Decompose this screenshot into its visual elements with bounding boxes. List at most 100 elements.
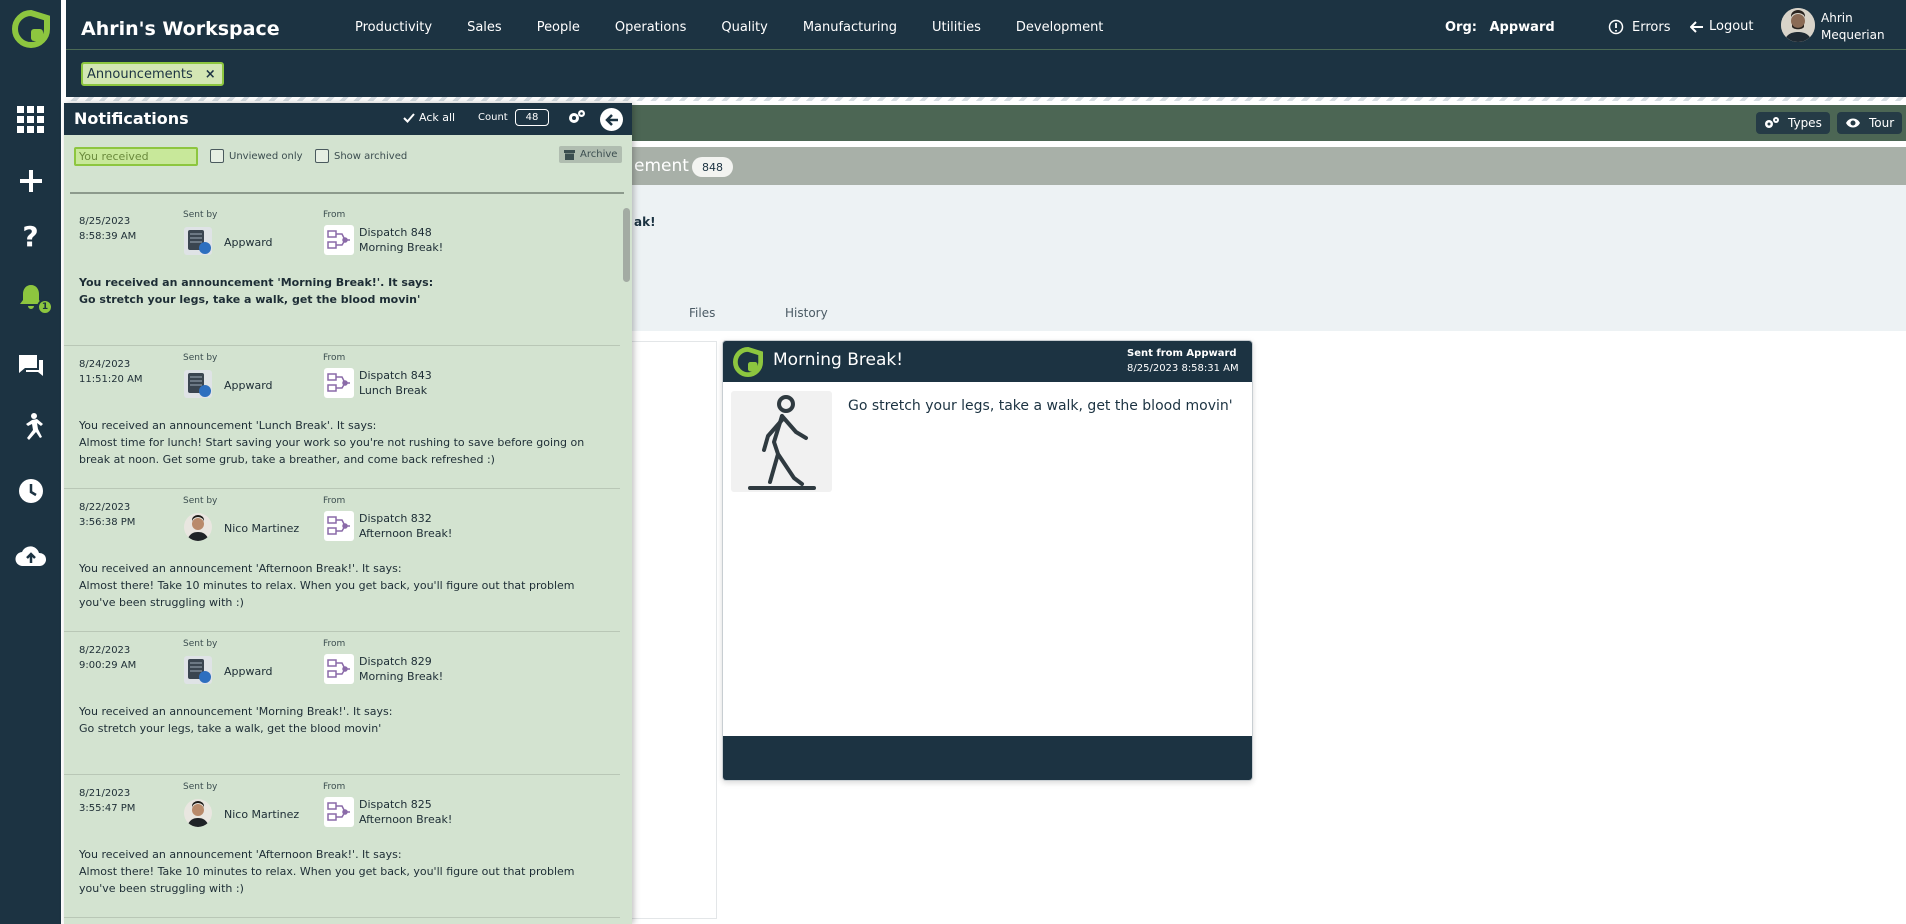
apps-grid-icon[interactable] xyxy=(0,98,61,142)
tab-announcements[interactable]: Announcements × xyxy=(81,62,224,86)
notification-date-day: 8/25/2023 xyxy=(79,216,131,227)
org-name[interactable]: Appward xyxy=(1490,20,1555,35)
checkbox-box[interactable] xyxy=(315,149,329,163)
chat-icon[interactable] xyxy=(0,344,61,388)
notification-message-intro: You received an announcement 'Afternoon … xyxy=(79,848,402,861)
checkbox-box[interactable] xyxy=(210,149,224,163)
dispatch-number: Dispatch 843 xyxy=(359,369,432,382)
help-icon[interactable]: ? xyxy=(0,214,61,258)
logout-label: Logout xyxy=(1709,19,1754,34)
tour-button[interactable]: Tour xyxy=(1837,112,1903,134)
dispatch-source[interactable]: Dispatch 829 Morning Break! xyxy=(359,654,443,684)
appward-logo[interactable] xyxy=(12,10,50,48)
menu-people[interactable]: People xyxy=(537,20,580,35)
top-bar: Ahrin's Workspace Productivity Sales Peo… xyxy=(66,0,1906,97)
detail-list-pane xyxy=(620,341,717,919)
show-archived-checkbox[interactable]: Show archived xyxy=(315,149,407,163)
notification-message-intro: You received an announcement 'Morning Br… xyxy=(79,705,393,718)
preview-card-footer xyxy=(723,736,1252,780)
sent-by-label: Sent by xyxy=(183,496,218,506)
preview-sent-from: Sent from Appward xyxy=(1127,348,1237,359)
dispatch-source[interactable]: Dispatch 843 Lunch Break xyxy=(359,368,432,398)
notification-item[interactable]: 8/22/2023 9:00:29 AM Sent by Appward Fro… xyxy=(64,632,620,775)
dispatch-title: Morning Break! xyxy=(359,241,444,254)
notification-message-intro: You received an announcement 'Lunch Brea… xyxy=(79,419,377,432)
count-value[interactable]: 48 xyxy=(515,109,549,126)
menu-operations[interactable]: Operations xyxy=(615,20,686,35)
workspace-title: Ahrin's Workspace xyxy=(81,18,280,40)
unviewed-only-checkbox[interactable]: Unviewed only xyxy=(210,149,303,163)
sent-by-label: Sent by xyxy=(183,210,218,220)
notification-date-day: 8/22/2023 xyxy=(79,502,131,513)
user-avatar[interactable] xyxy=(1781,8,1815,42)
scrollbar-thumb[interactable] xyxy=(623,208,630,282)
notification-message-intro: You received an announcement 'Afternoon … xyxy=(79,562,402,575)
logout-button[interactable]: Logout xyxy=(1690,19,1754,34)
preview-message: Go stretch your legs, take a walk, get t… xyxy=(848,398,1233,414)
dispatch-icon xyxy=(324,368,354,398)
notification-badge: 1 xyxy=(37,299,53,315)
menu-sales[interactable]: Sales xyxy=(467,20,502,35)
tab-files[interactable]: Files xyxy=(689,306,715,320)
tour-label: Tour xyxy=(1869,116,1895,130)
error-circle-icon xyxy=(1608,19,1624,35)
close-panel-button[interactable] xyxy=(600,108,623,131)
cloud-upload-icon[interactable] xyxy=(0,535,61,579)
notification-message-intro: You received an announcement 'Morning Br… xyxy=(79,276,434,289)
notification-item[interactable]: 8/21/2023 3:55:47 PM Sent by Nico Martin… xyxy=(64,775,620,918)
dispatch-source[interactable]: Dispatch 832 Afternoon Break! xyxy=(359,511,452,541)
notification-item[interactable]: 8/25/2023 8:58:39 AM Sent by Appward Fro… xyxy=(64,203,620,346)
dispatch-title: Lunch Break xyxy=(359,384,428,397)
notification-date: 8/22/2023 9:00:29 AM xyxy=(79,643,136,673)
notification-date: 8/25/2023 8:58:39 AM xyxy=(79,214,136,244)
notification-message: You received an announcement 'Lunch Brea… xyxy=(79,417,609,468)
menu-quality[interactable]: Quality xyxy=(721,20,767,35)
sent-by-label: Sent by xyxy=(183,639,218,649)
notifications-header: Notifications Ack all Count 48 xyxy=(64,103,632,135)
notification-date-day: 8/21/2023 xyxy=(79,788,131,799)
notification-filters: Unviewed only Show archived Archive xyxy=(64,135,632,194)
dispatch-icon xyxy=(324,225,354,255)
menu-manufacturing[interactable]: Manufacturing xyxy=(803,20,897,35)
notification-message-body: Almost time for lunch! Start saving your… xyxy=(79,436,585,466)
notification-date-time: 8:58:39 AM xyxy=(79,231,137,242)
notification-message-body: Go stretch your legs, take a walk, get t… xyxy=(79,722,382,735)
notification-item[interactable]: 8/24/2023 11:51:20 AM Sent by Appward Fr… xyxy=(64,346,620,489)
errors-button[interactable]: Errors xyxy=(1608,19,1670,35)
org-label: Org: xyxy=(1445,20,1477,35)
dispatch-source[interactable]: Dispatch 825 Afternoon Break! xyxy=(359,797,452,827)
menu-productivity[interactable]: Productivity xyxy=(355,20,432,35)
person-avatar xyxy=(184,513,212,541)
notification-item[interactable]: 8/22/2023 3:56:38 PM Sent by Nico Martin… xyxy=(64,489,620,632)
header-divider xyxy=(66,49,1906,50)
clock-icon[interactable] xyxy=(0,469,61,513)
dispatch-title: Afternoon Break! xyxy=(359,527,453,540)
sender-name: Appward xyxy=(224,236,273,249)
gears-icon[interactable] xyxy=(568,109,586,128)
dispatch-source[interactable]: Dispatch 848 Morning Break! xyxy=(359,225,443,255)
ack-all-button[interactable]: Ack all xyxy=(403,111,455,124)
notification-date: 8/22/2023 3:56:38 PM xyxy=(79,500,135,530)
bell-icon[interactable]: 1 xyxy=(0,275,61,319)
count-label: Count xyxy=(478,112,508,123)
filter-input[interactable] xyxy=(74,147,198,166)
dispatch-icon xyxy=(324,654,354,684)
menu-utilities[interactable]: Utilities xyxy=(932,20,981,35)
person-avatar xyxy=(184,799,212,827)
close-icon[interactable]: × xyxy=(205,67,216,82)
record-count-badge: 848 xyxy=(692,157,733,177)
main-menu: Productivity Sales People Operations Qua… xyxy=(355,20,1103,35)
notification-date-time: 9:00:29 AM xyxy=(79,660,137,671)
plus-icon[interactable] xyxy=(0,159,61,203)
runner-icon[interactable] xyxy=(0,404,61,448)
server-icon xyxy=(184,227,212,255)
archive-button[interactable]: Archive xyxy=(559,146,623,163)
notification-message: You received an announcement 'Afternoon … xyxy=(79,560,609,611)
menu-development[interactable]: Development xyxy=(1016,20,1104,35)
user-name[interactable]: Ahrin Mequerian xyxy=(1821,10,1885,44)
show-archived-label: Show archived xyxy=(334,150,408,162)
scrollbar-track[interactable] xyxy=(620,203,632,924)
types-button[interactable]: Types xyxy=(1756,112,1830,134)
tab-history[interactable]: History xyxy=(785,306,828,320)
errors-label: Errors xyxy=(1632,19,1671,35)
